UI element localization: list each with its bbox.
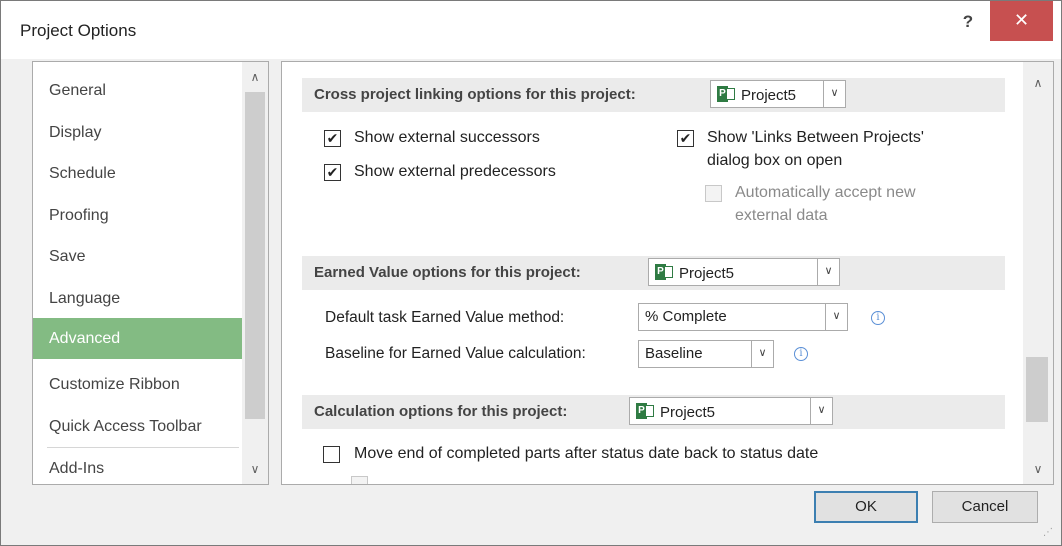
options-scroll-thumb[interactable] [1026,357,1048,422]
nav-scroll-thumb[interactable] [245,92,265,419]
show-external-successors-checkbox[interactable]: ✔ [324,130,341,147]
show-links-between-projects-checkbox[interactable]: ✔ [677,130,694,147]
chevron-down-icon[interactable]: ∨ [751,341,773,367]
calculation-project-value: Project5 [660,404,716,421]
chevron-up-icon[interactable]: ∧ [1025,72,1051,94]
dialog-body: General Display Schedule Proofing Save L… [1,59,1061,545]
chevron-down-icon[interactable]: ∨ [1025,458,1051,480]
chevron-down-icon[interactable]: ∨ [825,304,847,330]
info-icon[interactable]: i [794,347,808,361]
calculation-project-select[interactable]: P Project5 ∨ [629,397,833,425]
project-file-icon: P [717,85,735,103]
nav-item-add-ins[interactable]: Add-Ins [33,448,242,484]
nav-item-language[interactable]: Language [33,278,242,319]
category-nav: General Display Schedule Proofing Save L… [32,61,269,485]
options-scrollbar[interactable]: ∧ ∨ [1023,62,1053,484]
nav-item-proofing[interactable]: Proofing [33,195,242,236]
next-option-checkbox[interactable] [351,476,368,484]
move-end-completed-label: Move end of completed parts after status… [354,445,819,462]
help-button[interactable]: ? [946,7,990,39]
nav-item-general[interactable]: General [33,70,242,111]
earned-value-project-select[interactable]: P Project5 ∨ [648,258,840,286]
cross-project-project-value: Project5 [741,87,797,104]
auto-accept-label-line2: external data [735,207,828,224]
nav-item-quick-access-toolbar[interactable]: Quick Access Toolbar [33,406,242,447]
default-ev-method-value: % Complete [645,308,727,325]
move-end-completed-checkbox[interactable] [323,446,340,463]
default-ev-method-label: Default task Earned Value method: [325,309,565,326]
chevron-up-icon[interactable]: ∧ [242,66,268,88]
project-file-icon: P [636,402,654,420]
title-bar: Project Options ? ✕ [1,1,1061,59]
nav-scrollbar[interactable]: ∧ ∨ [242,62,268,484]
chevron-down-icon[interactable]: ∨ [817,259,839,285]
ok-button[interactable]: OK [814,491,918,523]
show-external-predecessors-checkbox[interactable]: ✔ [324,164,341,181]
baseline-ev-select[interactable]: Baseline ∨ [638,340,774,368]
project-options-dialog: Project Options ? ✕ General Display Sche… [0,0,1062,546]
baseline-ev-value: Baseline [645,345,703,362]
info-icon[interactable]: i [871,311,885,325]
chevron-down-icon[interactable]: ∨ [823,81,845,107]
dialog-title: Project Options [20,21,137,40]
earned-value-project-value: Project5 [679,265,735,282]
cancel-button[interactable]: Cancel [932,491,1038,523]
nav-item-display[interactable]: Display [33,112,242,153]
cross-project-header-label: Cross project linking options for this p… [314,86,636,103]
show-links-between-projects-label-line1: Show 'Links Between Projects' [707,129,924,146]
nav-item-save[interactable]: Save [33,236,242,277]
cross-project-section-header: Cross project linking options for this p… [302,78,1005,112]
close-button[interactable]: ✕ [990,1,1053,41]
resize-grip-icon[interactable]: ⋰ [1043,527,1057,541]
show-links-between-projects-label-line2: dialog box on open [707,152,843,169]
default-ev-method-select[interactable]: % Complete ∨ [638,303,848,331]
auto-accept-external-data-checkbox[interactable] [705,185,722,202]
earned-value-header-label: Earned Value options for this project: [314,264,581,281]
nav-item-advanced[interactable]: Advanced [33,318,242,359]
show-external-successors-label: Show external successors [354,129,540,146]
project-file-icon: P [655,263,673,281]
options-panel: Cross project linking options for this p… [281,61,1054,485]
baseline-ev-label: Baseline for Earned Value calculation: [325,345,586,362]
nav-item-schedule[interactable]: Schedule [33,153,242,194]
show-external-predecessors-label: Show external predecessors [354,163,556,180]
chevron-down-icon[interactable]: ∨ [242,458,268,480]
nav-item-customize-ribbon[interactable]: Customize Ribbon [33,364,242,405]
auto-accept-label-line1: Automatically accept new [735,184,916,201]
chevron-down-icon[interactable]: ∨ [810,398,832,424]
calculation-header-label: Calculation options for this project: [314,403,568,420]
cross-project-project-select[interactable]: P Project5 ∨ [710,80,846,108]
